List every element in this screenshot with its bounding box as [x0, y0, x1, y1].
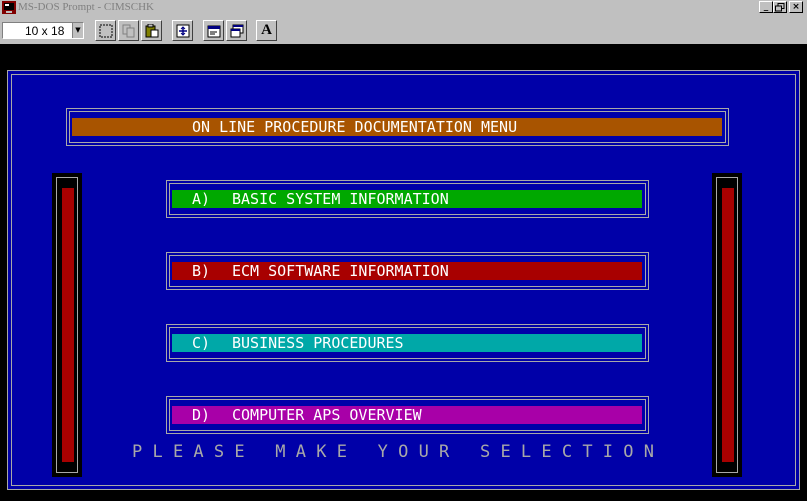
- fullscreen-button[interactable]: [172, 20, 193, 41]
- selection-prompt: P L E A S E M A K E Y O U R S E L E C T …: [132, 442, 654, 462]
- left-side-bar: [62, 188, 74, 462]
- msdos-app-icon[interactable]: [2, 1, 16, 14]
- properties-button[interactable]: [203, 20, 224, 41]
- menu-item-a-label: BASIC SYSTEM INFORMATION: [232, 190, 449, 208]
- paste-button[interactable]: [141, 20, 162, 41]
- close-button[interactable]: ×: [789, 1, 803, 13]
- mark-icon: [99, 24, 112, 38]
- restore-button[interactable]: [773, 1, 787, 13]
- close-icon: ×: [792, 2, 800, 12]
- title-bar: MS-DOS Prompt - CIMSCHK _ ×: [0, 0, 807, 16]
- menu-item-d-label: COMPUTER APS OVERVIEW: [232, 406, 422, 424]
- toolbar: 10 x 18 ▼ A: [0, 16, 807, 44]
- copy-icon: [122, 24, 134, 38]
- menu-item-c-label: BUSINESS PROCEDURES: [232, 334, 404, 352]
- properties-icon: [207, 25, 220, 38]
- menu-item-b-key: B): [192, 262, 211, 280]
- chevron-down-icon[interactable]: ▼: [72, 23, 83, 38]
- menu-item-b-label: ECM SOFTWARE INFORMATION: [232, 262, 449, 280]
- menu-item-d-key: D): [192, 406, 211, 424]
- mark-button[interactable]: [95, 20, 116, 41]
- menu-title: ON LINE PROCEDURE DOCUMENTATION MENU: [192, 118, 518, 136]
- font-size-value: 10 x 18: [25, 24, 65, 38]
- paste-icon: [145, 23, 158, 38]
- minimize-icon: _: [763, 2, 769, 12]
- window-title: MS-DOS Prompt - CIMSCHK: [18, 1, 154, 13]
- right-side-bar: [722, 188, 734, 462]
- minimize-button[interactable]: _: [759, 1, 773, 13]
- fullscreen-icon: [176, 24, 189, 38]
- copy-button[interactable]: [118, 20, 139, 41]
- menu-item-c-key: C): [192, 334, 211, 352]
- background-icon: [230, 24, 243, 38]
- background-button[interactable]: [226, 20, 247, 41]
- font-button[interactable]: A: [256, 20, 277, 41]
- font-icon: A: [261, 22, 272, 38]
- restore-icon: [775, 3, 785, 12]
- font-size-dropdown[interactable]: 10 x 18 ▼: [2, 22, 84, 39]
- menu-item-a-key: A): [192, 190, 211, 208]
